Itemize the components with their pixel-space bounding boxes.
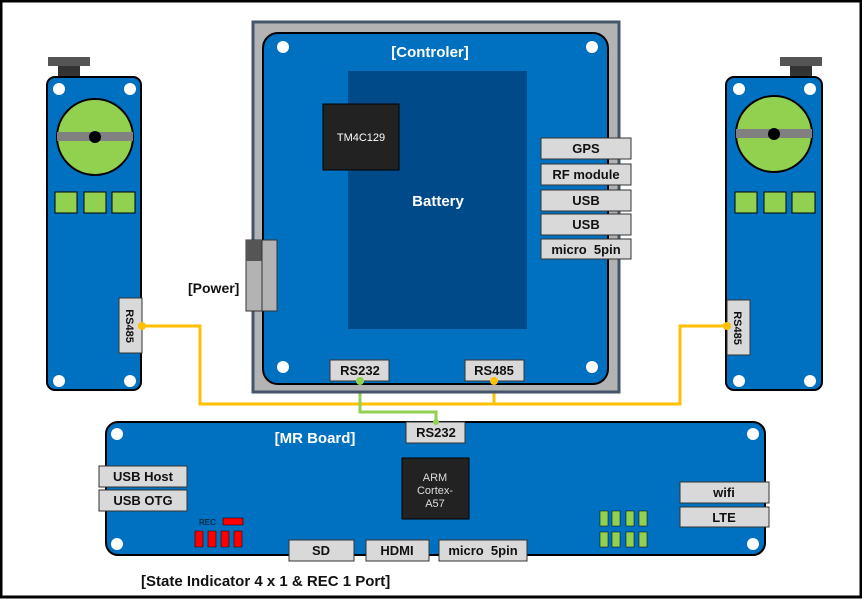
chip-label: TM4C129: [337, 132, 385, 144]
rec-label: REC: [199, 518, 216, 527]
port-label: GPS: [572, 141, 600, 156]
controller-right-ports: GPS RF module USB USB micro 5pin: [540, 137, 632, 260]
port-label: USB OTG: [113, 493, 172, 508]
chip-label: Cortex-: [417, 485, 453, 497]
power-label: [Power]: [188, 280, 239, 296]
mr-board-title: [MR Board]: [275, 430, 356, 447]
port-label: SD: [312, 543, 330, 558]
port-label: micro 5pin: [551, 242, 620, 257]
port-label: micro 5pin: [448, 543, 517, 558]
port-label: USB: [572, 217, 599, 232]
mr-board: [MR Board] RS232 ARM Cortex- A57 USB Hos…: [98, 419, 770, 562]
port-label: RF module: [552, 167, 619, 182]
port-label: RS485: [474, 363, 514, 378]
controller-title: [Controler]: [391, 44, 469, 61]
port-label: RS232: [340, 363, 380, 378]
port-label: LTE: [712, 510, 736, 525]
servo-left: RS485: [46, 57, 146, 391]
port-label: USB Host: [113, 469, 174, 484]
port-label: RS232: [416, 425, 456, 440]
battery-label: Battery: [412, 193, 464, 210]
servo-right: RS485: [723, 57, 823, 391]
rec-port: [222, 517, 244, 526]
system-diagram: [Controler] Battery TM4C129 GPS RF modul…: [0, 0, 862, 599]
port-label: RS485: [731, 311, 743, 345]
chip-label: ARM: [423, 472, 447, 484]
controller: [Controler] Battery TM4C129 GPS RF modul…: [188, 20, 632, 394]
chip-label: A57: [425, 498, 445, 510]
port-label: USB: [572, 193, 599, 208]
port-label: HDMI: [380, 543, 413, 558]
caption: [State Indicator 4 x 1 & REC 1 Port]: [141, 573, 390, 590]
port-label: RS485: [123, 309, 135, 343]
power-switch-knob: [246, 240, 262, 261]
port-label: wifi: [712, 485, 735, 500]
